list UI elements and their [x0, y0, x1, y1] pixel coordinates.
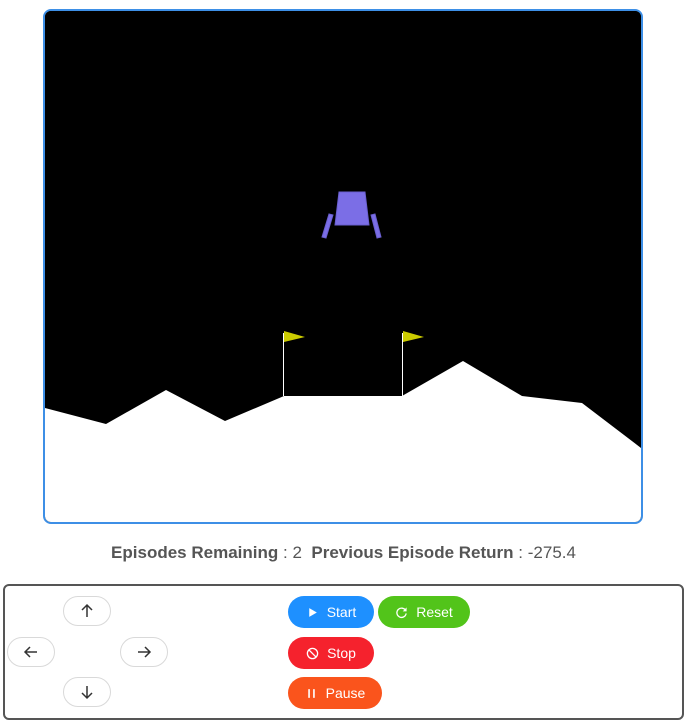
previous-return-label: Previous Episode Return [311, 543, 514, 562]
reset-button[interactable]: Reset [378, 596, 470, 628]
game-canvas[interactable] [43, 9, 643, 524]
separator: : [518, 543, 524, 562]
start-button[interactable]: Start [288, 596, 374, 628]
reset-label: Reset [416, 604, 453, 620]
pause-icon [307, 688, 315, 698]
pause-label: Pause [325, 685, 366, 701]
control-panel: Start Reset Stop Pause [3, 584, 684, 720]
start-label: Start [326, 604, 357, 620]
arrow-down-icon [81, 686, 93, 700]
lunar-lander-scene [45, 11, 641, 522]
arrow-left-icon [23, 646, 37, 658]
episodes-remaining-label: Episodes Remaining [111, 543, 279, 562]
previous-return-value: -275.4 [527, 543, 576, 562]
up-button[interactable] [63, 596, 111, 626]
episode-stats: Episodes Remaining : 2 Previous Episode … [0, 543, 687, 563]
pause-button[interactable]: Pause [288, 677, 382, 709]
separator: : [282, 543, 288, 562]
right-button[interactable] [120, 637, 168, 667]
down-button[interactable] [63, 677, 111, 707]
arrow-right-icon [138, 646, 152, 658]
episodes-remaining-value: 2 [292, 543, 302, 562]
arrow-up-icon [81, 603, 93, 617]
stop-label: Stop [327, 645, 356, 661]
stop-button[interactable]: Stop [288, 637, 374, 669]
lander-body [334, 191, 370, 226]
reload-icon [396, 606, 407, 618]
left-button[interactable] [7, 637, 55, 667]
play-icon [308, 607, 317, 617]
stop-icon [306, 647, 319, 659]
